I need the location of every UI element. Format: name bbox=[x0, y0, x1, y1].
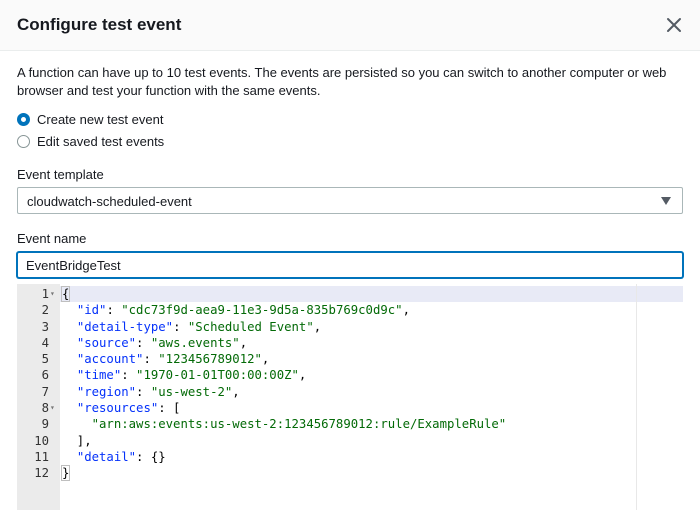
line-number: 6 bbox=[41, 368, 49, 383]
code-text: { bbox=[60, 286, 71, 302]
code-text: "region": "us-west-2", bbox=[62, 384, 240, 400]
radio-button-selected[interactable] bbox=[17, 112, 30, 126]
code-line[interactable]: 1 ▾{ bbox=[17, 286, 683, 302]
json-punctuation: : bbox=[106, 303, 122, 318]
line-number: 2 bbox=[41, 303, 49, 318]
code-text: "detail": {} bbox=[62, 449, 166, 465]
json-key: "time" bbox=[76, 368, 122, 383]
close-icon[interactable] bbox=[663, 14, 685, 36]
code-line[interactable]: 10 ], bbox=[17, 433, 683, 449]
code-text: "time": "1970-01-01T00:00:00Z", bbox=[62, 367, 307, 383]
json-punctuation: , bbox=[298, 368, 307, 383]
json-string: "123456789012" bbox=[158, 352, 262, 367]
code-line[interactable]: 12} bbox=[17, 465, 683, 482]
line-number: 7 bbox=[41, 384, 49, 399]
line-number: 12 bbox=[34, 466, 49, 481]
json-key: "region" bbox=[76, 384, 137, 399]
json-key: "source" bbox=[76, 335, 137, 350]
json-punctuation: , bbox=[261, 352, 270, 367]
editor-code[interactable]: 1 ▾{2 "id": "cdc73f9d-aea9-11e3-9d5a-835b… bbox=[17, 286, 683, 482]
json-key: "resources" bbox=[76, 401, 159, 416]
event-template-label: Event template bbox=[17, 167, 104, 182]
json-punctuation bbox=[62, 320, 77, 334]
code-text: "resources": [ bbox=[62, 400, 181, 416]
radio-label: Edit saved test events bbox=[37, 133, 165, 149]
code-text: "id": "cdc73f9d-aea9-11e3-9d5a-835b769c0… bbox=[62, 302, 410, 318]
caret-down-icon[interactable] bbox=[661, 197, 671, 205]
json-punctuation bbox=[62, 450, 77, 464]
event-name-label: Event name bbox=[17, 231, 87, 246]
json-punctuation bbox=[62, 385, 77, 399]
json-punctuation: : [ bbox=[158, 401, 181, 416]
code-line[interactable]: 7 "region": "us-west-2", bbox=[17, 384, 683, 400]
code-line[interactable]: 8 ▾ "resources": [ bbox=[17, 400, 683, 416]
json-punctuation bbox=[62, 401, 77, 415]
json-key: "account" bbox=[76, 352, 144, 367]
line-number: 5 bbox=[41, 352, 49, 367]
code-text: "account": "123456789012", bbox=[62, 351, 270, 367]
code-line[interactable]: 2 "id": "cdc73f9d-aea9-11e3-9d5a-835b769… bbox=[17, 302, 683, 318]
line-number: 4 bbox=[41, 335, 49, 350]
json-code-editor[interactable]: 1 ▾{2 "id": "cdc73f9d-aea9-11e3-9d5a-835b… bbox=[17, 284, 683, 510]
event-name-input[interactable] bbox=[17, 252, 683, 278]
dialog-title: Configure test event bbox=[17, 15, 182, 34]
fold-arrow-icon[interactable]: ▾ bbox=[50, 400, 59, 416]
code-text: "arn:aws:events:us-west-2:123456789012:r… bbox=[62, 416, 507, 432]
json-key: "id" bbox=[76, 303, 107, 318]
json-punctuation: : bbox=[121, 368, 137, 383]
json-string: "1970-01-01T00:00:00Z" bbox=[136, 368, 299, 383]
json-punctuation bbox=[62, 352, 77, 366]
dialog-description: A function can have up to 10 test events… bbox=[17, 65, 667, 98]
json-punctuation: } bbox=[60, 465, 71, 482]
code-line[interactable]: 3 "detail-type": "Scheduled Event", bbox=[17, 319, 683, 335]
code-line[interactable]: 6 "time": "1970-01-01T00:00:00Z", bbox=[17, 367, 683, 383]
code-text: } bbox=[60, 465, 71, 482]
json-string: "cdc73f9d-aea9-11e3-9d5a-835b769c0d9c" bbox=[121, 303, 403, 318]
code-text: "source": "aws.events", bbox=[62, 335, 247, 351]
code-line[interactable]: 5 "account": "123456789012", bbox=[17, 351, 683, 367]
radio-edit-saved-events[interactable]: Edit saved test events bbox=[17, 132, 164, 150]
code-line[interactable]: 9 "arn:aws:events:us-west-2:123456789012… bbox=[17, 416, 683, 432]
json-punctuation: { bbox=[60, 286, 71, 302]
code-line[interactable]: 11 "detail": {} bbox=[17, 449, 683, 465]
radio-button[interactable] bbox=[17, 134, 30, 148]
json-punctuation: : bbox=[136, 384, 151, 399]
json-string: "arn:aws:events:us-west-2:123456789012:r… bbox=[91, 417, 507, 432]
line-number: 11 bbox=[34, 449, 49, 464]
code-line[interactable]: 4 "source": "aws.events", bbox=[17, 335, 683, 351]
json-punctuation bbox=[62, 417, 92, 431]
json-string: "Scheduled Event" bbox=[187, 319, 314, 334]
json-punctuation: , bbox=[402, 303, 410, 318]
json-punctuation: , bbox=[313, 319, 322, 334]
json-punctuation: ], bbox=[62, 433, 92, 448]
event-template-select[interactable]: cloudwatch-scheduled-event bbox=[17, 187, 683, 214]
json-punctuation: , bbox=[239, 335, 248, 350]
radio-create-new-event[interactable]: Create new test event bbox=[17, 110, 163, 128]
json-key: "detail" bbox=[76, 449, 137, 464]
json-punctuation: : {} bbox=[136, 449, 166, 464]
json-punctuation bbox=[62, 336, 77, 350]
code-text: ], bbox=[62, 433, 92, 449]
line-number: 9 bbox=[41, 417, 49, 432]
line-number: 10 bbox=[34, 433, 49, 448]
line-number: 1 bbox=[41, 287, 49, 301]
json-punctuation: : bbox=[173, 319, 188, 334]
event-template-value: cloudwatch-scheduled-event bbox=[27, 194, 192, 209]
radio-label: Create new test event bbox=[37, 111, 164, 127]
line-number: 3 bbox=[41, 319, 49, 334]
json-punctuation: : bbox=[143, 352, 159, 367]
json-string: "us-west-2" bbox=[150, 384, 233, 399]
json-key: "detail-type" bbox=[76, 319, 174, 334]
json-punctuation bbox=[62, 368, 77, 382]
json-punctuation: : bbox=[136, 335, 151, 350]
json-punctuation bbox=[62, 303, 77, 317]
fold-arrow-icon[interactable]: ▾ bbox=[50, 286, 59, 302]
dialog-header: Configure test event bbox=[0, 0, 700, 51]
line-number: 8 bbox=[41, 401, 49, 416]
json-string: "aws.events" bbox=[150, 335, 240, 350]
json-punctuation: , bbox=[232, 384, 240, 399]
code-text: "detail-type": "Scheduled Event", bbox=[62, 319, 321, 335]
